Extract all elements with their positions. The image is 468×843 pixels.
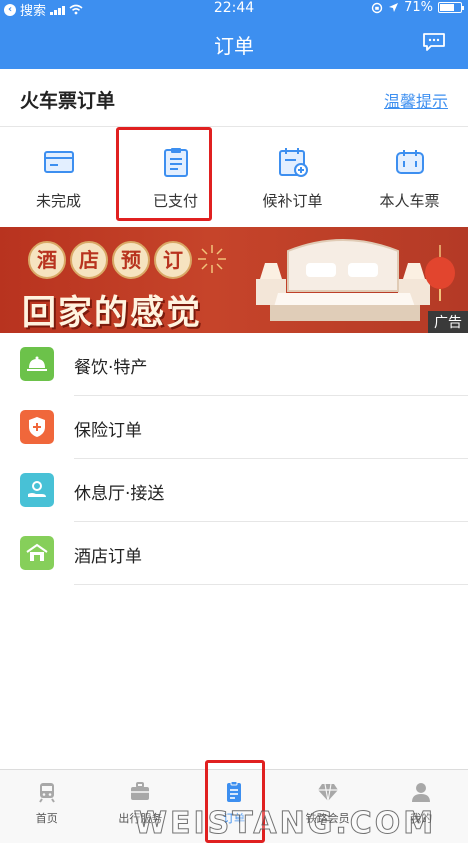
list-item-food[interactable]: 餐饮·特产 (0, 333, 468, 396)
battery-percent: 71% (404, 0, 433, 15)
tab-label: 铁路会员 (305, 812, 350, 825)
list-item-insurance[interactable]: 保险订单 (0, 396, 468, 459)
diamond-icon (317, 783, 338, 802)
orientation-lock-icon (371, 2, 383, 13)
banner-char: 订 (154, 241, 192, 279)
banner-char: 店 (70, 241, 108, 279)
banner-char: 预 (112, 241, 150, 279)
firework-icon (198, 245, 226, 273)
category-label: 本人车票 (379, 192, 440, 210)
tab-railway-member[interactable]: 铁路会员 (281, 770, 375, 843)
battery-icon (438, 2, 464, 13)
tab-orders[interactable]: 订单 (187, 770, 281, 843)
category-waitlist[interactable]: 候补订单 (234, 128, 351, 226)
category-unfinished[interactable]: 未完成 (0, 128, 117, 226)
list-item-label: 酒店订单 (74, 547, 142, 567)
banner-headline: 回家的感觉 (22, 293, 202, 333)
list-item-lounge[interactable]: 休息厅·接送 (0, 459, 468, 522)
category-paid[interactable]: 已支付 (117, 128, 234, 226)
list-item-label: 保险订单 (74, 421, 142, 441)
category-label: 已支付 (152, 192, 198, 210)
ad-badge: 广告 (428, 311, 468, 333)
ticket-icon (395, 150, 424, 174)
tab-label: 订单 (222, 812, 245, 825)
clipboard-icon (163, 148, 188, 177)
app-header: ‹ 搜索 22:44 71% 订单 (0, 0, 468, 69)
suitcase-icon (131, 782, 150, 800)
status-bar: ‹ 搜索 22:44 71% (0, 0, 468, 19)
order-icon (226, 781, 241, 802)
banner-char-row: 酒 店 预 订 (28, 241, 192, 279)
section-title: 火车票订单 (20, 90, 116, 112)
hotel-icon (20, 536, 54, 570)
calendar-plus-icon (278, 148, 308, 177)
tab-profile[interactable]: 我的 (374, 770, 468, 843)
bottom-tab-bar: 首页 出行服务 订单 铁路会员 我的 (0, 769, 468, 843)
category-my-tickets[interactable]: 本人车票 (351, 128, 468, 226)
page-title: 订单 (214, 34, 254, 58)
tab-home[interactable]: 首页 (0, 770, 94, 843)
train-order-section-header: 火车票订单 温馨提示 (0, 69, 468, 127)
category-label: 未完成 (35, 192, 81, 210)
banner-char: 酒 (28, 241, 66, 279)
list-item-label: 餐饮·特产 (74, 358, 148, 378)
shield-plus-icon (20, 410, 54, 444)
message-icon[interactable] (422, 32, 446, 52)
person-hand-icon (20, 473, 54, 507)
lantern-icon (425, 245, 455, 301)
user-icon (412, 783, 431, 802)
category-label: 候补订单 (262, 192, 323, 210)
list-item-label: 休息厅·接送 (74, 484, 165, 504)
order-categories: 未完成 已支付 候补订单 本人车票 (0, 128, 468, 226)
other-orders-list: 餐饮·特产 保险订单 休息厅·接送 酒店订单 (0, 333, 468, 585)
card-icon (43, 151, 74, 173)
list-item-hotel[interactable]: 酒店订单 (0, 522, 468, 585)
train-icon (38, 783, 55, 803)
divider (74, 584, 468, 585)
tab-label: 出行服务 (118, 812, 163, 825)
tab-label: 首页 (35, 812, 58, 825)
bed-illustration-icon (256, 239, 430, 321)
tab-travel-services[interactable]: 出行服务 (94, 770, 188, 843)
food-bell-icon (20, 347, 54, 381)
location-icon (389, 3, 399, 12)
tips-link[interactable]: 温馨提示 (384, 88, 448, 112)
tab-label: 我的 (410, 812, 433, 825)
hotel-ad-banner[interactable]: 酒 店 预 订 回家的感觉 广告 (0, 227, 468, 333)
